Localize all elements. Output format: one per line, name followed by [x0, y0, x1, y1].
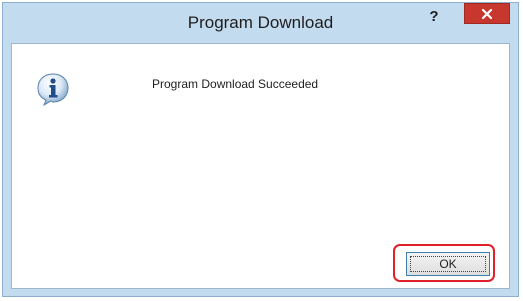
close-icon [481, 8, 493, 19]
focus-ring [410, 256, 486, 272]
help-button[interactable]: ? [424, 7, 444, 27]
close-button[interactable] [464, 3, 510, 24]
dialog-message: Program Download Succeeded [152, 77, 319, 91]
dialog-window: Program Download ? Program Download Succ… [2, 2, 519, 297]
ok-button[interactable]: OK [406, 252, 490, 276]
title-bar[interactable]: Program Download ? [3, 3, 518, 43]
info-icon [37, 73, 69, 106]
dialog-content: Program Download Succeeded OK [11, 43, 510, 289]
